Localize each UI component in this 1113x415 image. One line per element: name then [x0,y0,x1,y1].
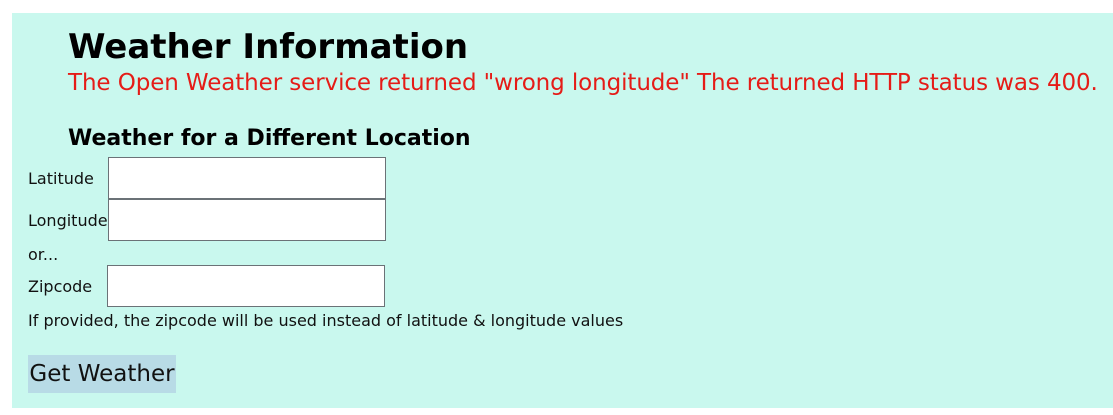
latitude-input[interactable] [108,157,386,199]
latitude-label: Latitude [28,169,94,188]
weather-panel: Weather Information The Open Weather ser… [12,13,1113,408]
section-title: Weather for a Different Location [68,126,471,151]
get-weather-button[interactable]: Get Weather [28,355,176,393]
error-message: The Open Weather service returned "wrong… [68,70,1098,96]
page-title: Weather Information [68,27,469,67]
or-text: or... [28,245,59,264]
longitude-label: Longitude [28,211,108,230]
zipcode-help-text: If provided, the zipcode will be used in… [28,311,624,330]
longitude-input[interactable] [108,199,386,241]
zipcode-input[interactable] [107,265,385,307]
zipcode-label: Zipcode [28,277,93,296]
